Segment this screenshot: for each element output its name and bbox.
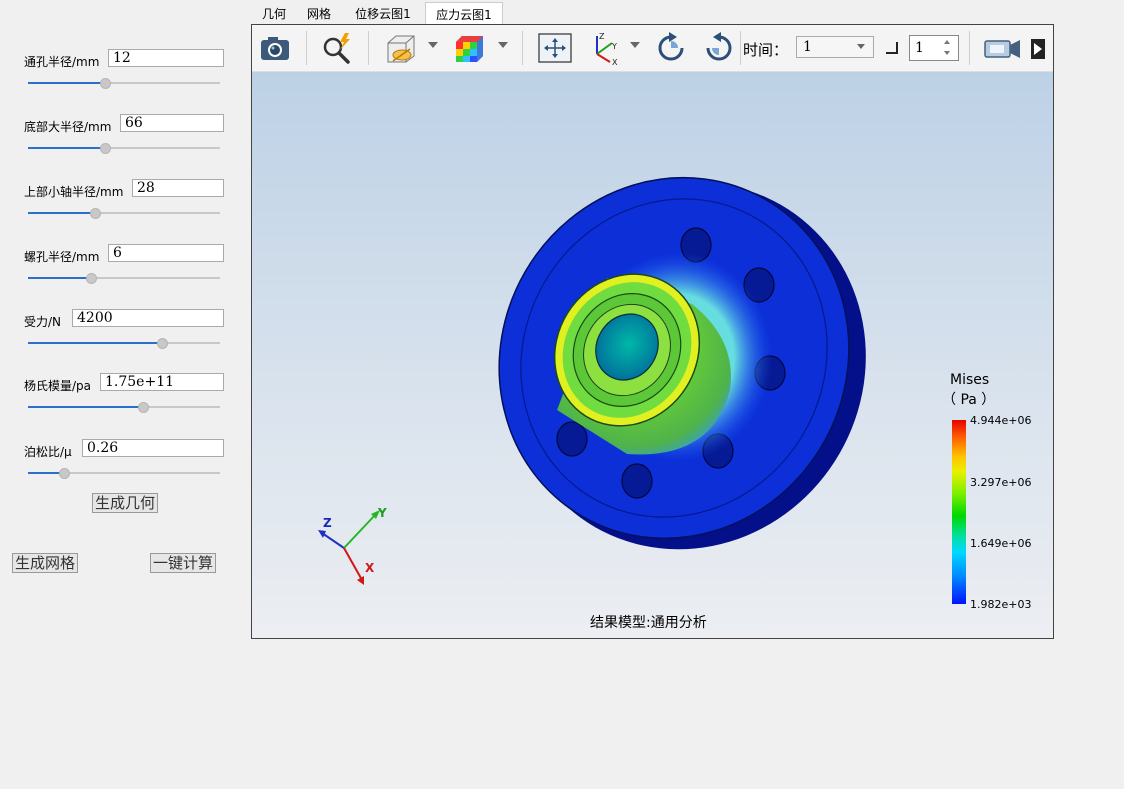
toolbar-divider: [969, 31, 970, 65]
param-label: 螺孔半径/mm: [24, 250, 100, 264]
orientation-triad: Z Y X: [318, 506, 387, 585]
fit-view-icon[interactable]: [536, 29, 574, 67]
3d-viewport[interactable]: Z Y X Mises （ Pa ） 4.944e+06 3.297e+06 1…: [252, 72, 1053, 638]
legend-unit: （ Pa ）: [942, 392, 996, 408]
slider-thumb[interactable]: [157, 338, 169, 349]
time-select-value: 1: [803, 39, 812, 55]
zoom-icon[interactable]: [318, 29, 356, 67]
toolbar-divider: [522, 31, 523, 65]
rotate-cw-icon[interactable]: [652, 29, 690, 67]
slider-fill: [28, 82, 105, 84]
play-icon[interactable]: [1028, 29, 1048, 67]
upper-shaft-radius-input[interactable]: 28: [132, 179, 224, 197]
base-outer-radius-slider[interactable]: [28, 143, 220, 154]
legend-value-high: 3.297e+06: [970, 476, 1032, 489]
generate-geometry-button[interactable]: 生成几何: [92, 493, 158, 513]
axis-x-label: X: [365, 561, 375, 575]
axis-z-label: Z: [323, 516, 332, 530]
toolbar-divider: [740, 31, 741, 65]
video-camera-icon[interactable]: [982, 29, 1024, 67]
slider-fill: [28, 277, 92, 279]
param-label: 底部大半径/mm: [24, 120, 112, 134]
one-click-compute-button[interactable]: 一键计算: [150, 553, 216, 573]
upper-shaft-radius-slider[interactable]: [28, 208, 220, 219]
param-label: 杨氏模量/pa: [24, 379, 92, 393]
slider-fill: [28, 147, 105, 149]
slider-thumb[interactable]: [138, 402, 150, 413]
axes-dropdown-arrow[interactable]: [630, 42, 640, 48]
slider-thumb[interactable]: [99, 78, 111, 89]
step-spinbox-value: 1: [915, 40, 924, 56]
axes-icon[interactable]: ZYX: [584, 29, 622, 67]
generate-mesh-button[interactable]: 生成网格: [12, 553, 78, 573]
base-outer-radius-input[interactable]: 66: [120, 114, 224, 132]
slider-thumb[interactable]: [59, 468, 71, 479]
tab-displacement-contour[interactable]: 位移云图1: [341, 4, 425, 25]
view-toolbar: ZYX 时间： 1 1: [252, 25, 1053, 72]
svg-text:Z: Z: [599, 32, 605, 41]
slider-fill: [28, 342, 163, 344]
result-view-panel: ZYX 时间： 1 1 Z Y X Mises （ Pa ） 4.944e+06…: [251, 24, 1054, 639]
slider-fill: [28, 406, 144, 408]
through-hole-radius-slider[interactable]: [28, 78, 220, 89]
color-cube-icon[interactable]: [450, 29, 488, 67]
through-hole-radius-input[interactable]: 12: [108, 49, 224, 67]
tab-stress-contour[interactable]: 应力云图1: [425, 2, 503, 26]
step-spinbox[interactable]: 1: [909, 35, 959, 61]
param-label: 泊松比/μ: [24, 445, 72, 459]
force-slider[interactable]: [28, 338, 220, 349]
poisson-ratio-input[interactable]: 0.26: [82, 439, 224, 457]
force-input[interactable]: 4200: [72, 309, 224, 327]
model-caption: 结果模型:通用分析: [590, 615, 707, 631]
toolbar-divider: [368, 31, 369, 65]
youngs-modulus-slider[interactable]: [28, 402, 220, 413]
legend-color-bar: [952, 420, 966, 604]
slider-thumb[interactable]: [99, 143, 111, 154]
step-up-icon[interactable]: [944, 40, 950, 44]
bolt-hole-radius-slider[interactable]: [28, 273, 220, 284]
param-label: 受力/N: [24, 315, 62, 329]
color-dropdown-arrow[interactable]: [498, 42, 508, 48]
tab-geometry[interactable]: 几何: [251, 4, 297, 25]
camera-icon[interactable]: [256, 29, 294, 67]
slider-thumb[interactable]: [86, 273, 98, 284]
poisson-ratio-slider[interactable]: [28, 468, 220, 479]
bolt-hole-radius-input[interactable]: 6: [108, 244, 224, 262]
clip-plane-icon[interactable]: [382, 29, 420, 67]
youngs-modulus-input[interactable]: 1.75e+11: [100, 373, 224, 391]
time-select[interactable]: 1: [796, 36, 874, 58]
legend-value-min: 1.982e+03: [970, 598, 1032, 611]
rotate-ccw-icon[interactable]: [700, 29, 738, 67]
step-checkbox[interactable]: [886, 42, 898, 54]
param-label: 通孔半径/mm: [24, 55, 100, 69]
param-label: 上部小轴半径/mm: [24, 185, 124, 199]
legend-title: Mises: [950, 372, 990, 388]
time-label: 时间：: [743, 41, 789, 59]
clip-dropdown-arrow[interactable]: [428, 42, 438, 48]
tab-mesh[interactable]: 网格: [297, 4, 341, 25]
slider-thumb[interactable]: [90, 208, 102, 219]
legend-value-max: 4.944e+06: [970, 414, 1032, 427]
axis-y-label: Y: [377, 506, 387, 520]
chevron-down-icon: [857, 44, 865, 49]
svg-text:Y: Y: [611, 42, 617, 51]
step-down-icon[interactable]: [944, 51, 950, 55]
toolbar-divider: [306, 31, 307, 65]
legend-value-mid: 1.649e+06: [970, 537, 1032, 550]
svg-text:X: X: [612, 58, 618, 67]
slider-fill: [28, 212, 96, 214]
